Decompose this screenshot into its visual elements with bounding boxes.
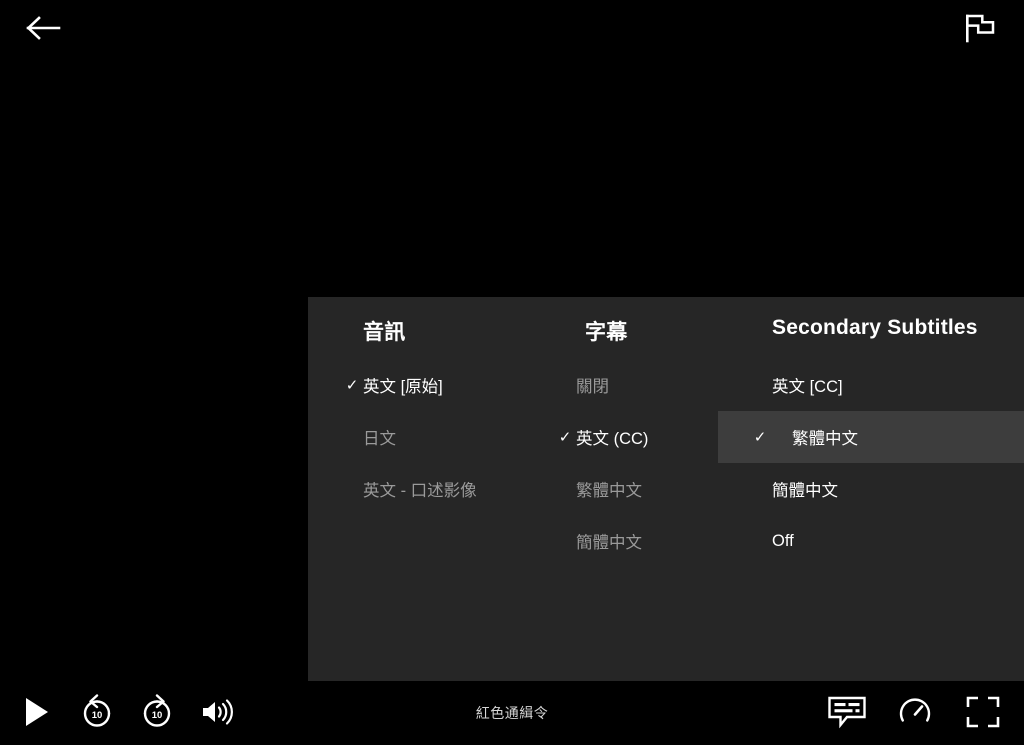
secondary-subtitle-option-2[interactable]: 簡體中文 [713,463,1024,515]
subtitle-option-label: 英文 (CC) [576,430,649,448]
rewind-10-button[interactable]: 10 [74,690,120,736]
subtitle-option-label: 繁體中文 [576,482,642,500]
fullscreen-button[interactable] [960,690,1006,736]
option-list-audio: ✓ 英文 [原始] 日文 英文 - 口述影像 [308,359,530,515]
audio-option-2[interactable]: 英文 - 口述影像 [308,463,530,515]
check-icon: ✓ [345,376,359,394]
option-list-subtitles: 關閉 ✓ 英文 (CC) 繁體中文 簡體中文 [530,359,713,567]
secondary-subtitle-option-label: 簡體中文 [772,482,838,500]
subtitles-button[interactable] [824,690,870,736]
play-icon [22,696,52,731]
column-header-audio: 音訊 [363,321,406,344]
settings-column-audio: 音訊 ✓ 英文 [原始] 日文 英文 - 口述影像 [308,297,530,681]
bottom-control-bar: 10 10 紅色通緝令 [0,681,1024,745]
settings-column-secondary-subtitles: Secondary Subtitles 英文 [CC] ✓ 繁體中文 簡體中文 … [713,297,1024,681]
audio-subtitles-settings-panel: 音訊 ✓ 英文 [原始] 日文 英文 - 口述影像 字幕 關閉 ✓ 英文 (CC… [308,297,1024,681]
check-icon: ✓ [753,428,767,446]
secondary-subtitle-option-0[interactable]: 英文 [CC] [713,359,1024,411]
svg-text:10: 10 [92,710,103,721]
flag-icon [963,13,997,46]
svg-text:10: 10 [152,710,163,721]
back-arrow-icon [26,15,62,44]
volume-button[interactable] [194,690,240,736]
playback-speed-button[interactable] [892,690,938,736]
audio-option-label: 日文 [363,430,396,448]
column-header-subtitles: 字幕 [585,321,628,344]
audio-option-1[interactable]: 日文 [308,411,530,463]
subtitles-icon [827,695,867,732]
video-player: 音訊 ✓ 英文 [原始] 日文 英文 - 口述影像 字幕 關閉 ✓ 英文 (CC… [0,0,1024,745]
secondary-subtitle-option-label: 繁體中文 [792,430,858,448]
fullscreen-icon [966,696,1000,731]
report-flag-button[interactable] [954,9,1006,49]
speedometer-icon [898,695,932,732]
rewind-10-icon: 10 [79,693,115,733]
audio-option-0[interactable]: ✓ 英文 [原始] [308,359,530,411]
play-button[interactable] [14,690,60,736]
check-icon: ✓ [558,428,572,446]
subtitle-option-1[interactable]: ✓ 英文 (CC) [530,411,713,463]
subtitle-option-3[interactable]: 簡體中文 [530,515,713,567]
column-header-secondary-subtitles: Secondary Subtitles [772,316,978,339]
secondary-subtitle-option-label: 英文 [CC] [772,378,843,396]
audio-option-label: 英文 - 口述影像 [363,482,477,500]
forward-10-icon: 10 [139,693,175,733]
forward-10-button[interactable]: 10 [134,690,180,736]
audio-option-label: 英文 [原始] [363,378,443,396]
volume-icon [200,697,234,730]
bottom-bar-left-controls: 10 10 [0,690,240,736]
secondary-subtitle-option-1[interactable]: ✓ 繁體中文 [713,411,1024,463]
top-bar [0,0,1024,58]
secondary-subtitle-option-3[interactable]: Off [713,515,1024,567]
subtitle-option-label: 簡體中文 [576,534,642,552]
bottom-bar-right-controls [824,690,1024,736]
settings-column-subtitles: 字幕 關閉 ✓ 英文 (CC) 繁體中文 簡體中文 [530,297,713,681]
subtitle-option-label: 關閉 [576,378,609,396]
back-button[interactable] [18,9,70,49]
option-list-secondary-subtitles: 英文 [CC] ✓ 繁體中文 簡體中文 Off [713,359,1024,567]
secondary-subtitle-option-label: Off [772,531,794,550]
subtitle-option-0[interactable]: 關閉 [530,359,713,411]
subtitle-option-2[interactable]: 繁體中文 [530,463,713,515]
